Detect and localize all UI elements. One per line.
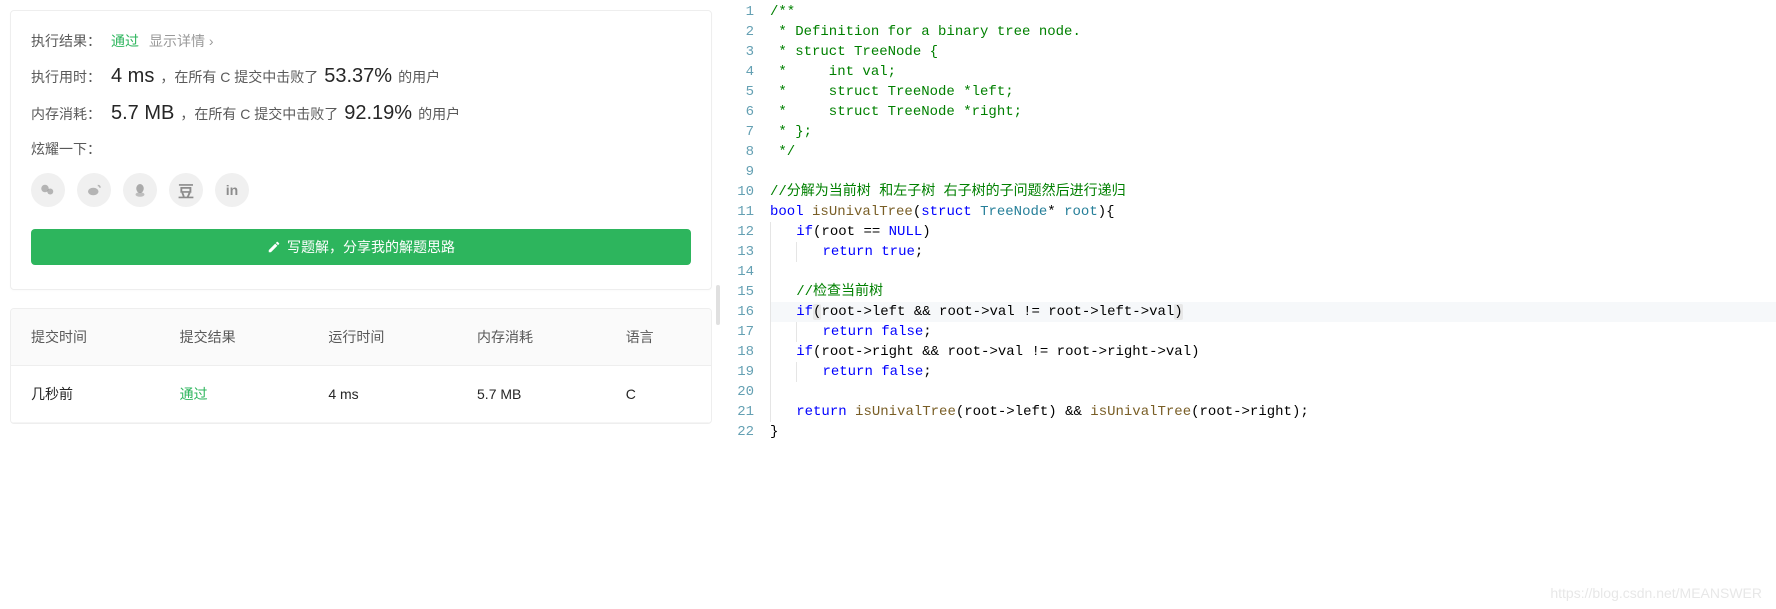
pencil-icon bbox=[267, 240, 281, 254]
code-line[interactable]: //检查当前树 bbox=[770, 282, 1776, 302]
runtime-text2: 的用户 bbox=[398, 67, 440, 87]
col-result: 提交结果 bbox=[160, 309, 309, 366]
line-number: 13 bbox=[724, 242, 754, 262]
code-line[interactable]: return isUnivalTree(root->left) && isUni… bbox=[770, 402, 1776, 422]
memory-label: 内存消耗： bbox=[31, 104, 101, 124]
line-number: 17 bbox=[724, 322, 754, 342]
table-header-row: 提交时间 提交结果 运行时间 内存消耗 语言 bbox=[11, 309, 711, 366]
submissions-table: 提交时间 提交结果 运行时间 内存消耗 语言 几秒前 通过 4 ms 5.7 M… bbox=[10, 308, 712, 424]
code-line[interactable]: return true; bbox=[770, 242, 1776, 262]
code-editor[interactable]: 12345678910111213141516171819202122 /** … bbox=[724, 0, 1776, 609]
memory-text2: 的用户 bbox=[418, 104, 460, 124]
col-time: 提交时间 bbox=[11, 309, 160, 366]
code-line[interactable] bbox=[770, 162, 1776, 182]
runtime-text1: ，在所有 C 提交中击败了 bbox=[160, 67, 318, 87]
line-number: 8 bbox=[724, 142, 754, 162]
panel-resize-handle[interactable] bbox=[712, 0, 724, 609]
code-line[interactable] bbox=[770, 382, 1776, 402]
qq-icon[interactable] bbox=[123, 173, 157, 207]
line-number: 12 bbox=[724, 222, 754, 242]
submission-result-panel: 执行结果： 通过 显示详情 › 执行用时： 4 ms ，在所有 C 提交中击败了… bbox=[0, 0, 712, 609]
line-number: 7 bbox=[724, 122, 754, 142]
line-number: 21 bbox=[724, 402, 754, 422]
status-badge: 通过 bbox=[111, 31, 139, 51]
write-solution-button[interactable]: 写题解，分享我的解题思路 bbox=[31, 229, 691, 265]
line-number: 2 bbox=[724, 22, 754, 42]
show-detail-link[interactable]: 显示详情 › bbox=[149, 31, 214, 51]
line-number: 1 bbox=[724, 2, 754, 22]
code-line[interactable]: * struct TreeNode *right; bbox=[770, 102, 1776, 122]
line-number: 19 bbox=[724, 362, 754, 382]
line-number: 4 bbox=[724, 62, 754, 82]
memory-row: 内存消耗： 5.7 MB ，在所有 C 提交中击败了 92.19% 的用户 bbox=[31, 102, 691, 125]
code-line[interactable]: if(root->right && root->val != root->rig… bbox=[770, 342, 1776, 362]
line-number: 10 bbox=[724, 182, 754, 202]
runtime-percent: 53.37% bbox=[324, 65, 392, 88]
line-number: 3 bbox=[724, 42, 754, 62]
line-number: 15 bbox=[724, 282, 754, 302]
cell-lang: C bbox=[606, 366, 711, 423]
write-solution-label: 写题解，分享我的解题思路 bbox=[287, 237, 455, 257]
line-number: 14 bbox=[724, 262, 754, 282]
line-number: 11 bbox=[724, 202, 754, 222]
code-line[interactable]: return false; bbox=[770, 322, 1776, 342]
runtime-label: 执行用时： bbox=[31, 67, 101, 87]
code-line[interactable]: * struct TreeNode { bbox=[770, 42, 1776, 62]
memory-value: 5.7 MB bbox=[111, 102, 174, 125]
code-line[interactable]: */ bbox=[770, 142, 1776, 162]
share-icons-row: 豆 in bbox=[31, 173, 691, 207]
code-line[interactable]: if(root->left && root->val != root->left… bbox=[770, 302, 1776, 322]
col-memory: 内存消耗 bbox=[457, 309, 606, 366]
line-number: 20 bbox=[724, 382, 754, 402]
code-line[interactable]: } bbox=[770, 422, 1776, 442]
code-line[interactable] bbox=[770, 262, 1776, 282]
weibo-icon[interactable] bbox=[77, 173, 111, 207]
code-line[interactable]: return false; bbox=[770, 362, 1776, 382]
result-card: 执行结果： 通过 显示详情 › 执行用时： 4 ms ，在所有 C 提交中击败了… bbox=[10, 10, 712, 290]
memory-percent: 92.19% bbox=[344, 102, 412, 125]
result-label: 执行结果： bbox=[31, 31, 101, 51]
col-runtime: 运行时间 bbox=[308, 309, 457, 366]
code-line[interactable]: bool isUnivalTree(struct TreeNode* root)… bbox=[770, 202, 1776, 222]
code-line[interactable]: /** bbox=[770, 2, 1776, 22]
code-line[interactable]: //分解为当前树 和左子树 右子树的子问题然后进行递归 bbox=[770, 182, 1776, 202]
memory-text1: ，在所有 C 提交中击败了 bbox=[180, 104, 338, 124]
douban-icon[interactable]: 豆 bbox=[169, 173, 203, 207]
code-line[interactable]: * struct TreeNode *left; bbox=[770, 82, 1776, 102]
line-number: 22 bbox=[724, 422, 754, 442]
cell-result: 通过 bbox=[160, 366, 309, 423]
cell-runtime: 4 ms bbox=[308, 366, 457, 423]
table-row[interactable]: 几秒前 通过 4 ms 5.7 MB C bbox=[11, 366, 711, 423]
result-status-row: 执行结果： 通过 显示详情 › bbox=[31, 31, 691, 51]
code-area[interactable]: /** * Definition for a binary tree node.… bbox=[770, 2, 1776, 609]
runtime-value: 4 ms bbox=[111, 65, 154, 88]
runtime-row: 执行用时： 4 ms ，在所有 C 提交中击败了 53.37% 的用户 bbox=[31, 65, 691, 88]
line-number-gutter: 12345678910111213141516171819202122 bbox=[724, 2, 770, 609]
line-number: 5 bbox=[724, 82, 754, 102]
cell-memory: 5.7 MB bbox=[457, 366, 606, 423]
code-line[interactable]: * }; bbox=[770, 122, 1776, 142]
code-line[interactable]: * Definition for a binary tree node. bbox=[770, 22, 1776, 42]
code-line[interactable]: * int val; bbox=[770, 62, 1776, 82]
code-line[interactable]: if(root == NULL) bbox=[770, 222, 1776, 242]
cell-time: 几秒前 bbox=[11, 366, 160, 423]
line-number: 6 bbox=[724, 102, 754, 122]
line-number: 9 bbox=[724, 162, 754, 182]
col-lang: 语言 bbox=[606, 309, 711, 366]
linkedin-icon[interactable]: in bbox=[215, 173, 249, 207]
share-label: 炫耀一下： bbox=[31, 139, 691, 159]
line-number: 16 bbox=[724, 302, 754, 322]
line-number: 18 bbox=[724, 342, 754, 362]
wechat-icon[interactable] bbox=[31, 173, 65, 207]
